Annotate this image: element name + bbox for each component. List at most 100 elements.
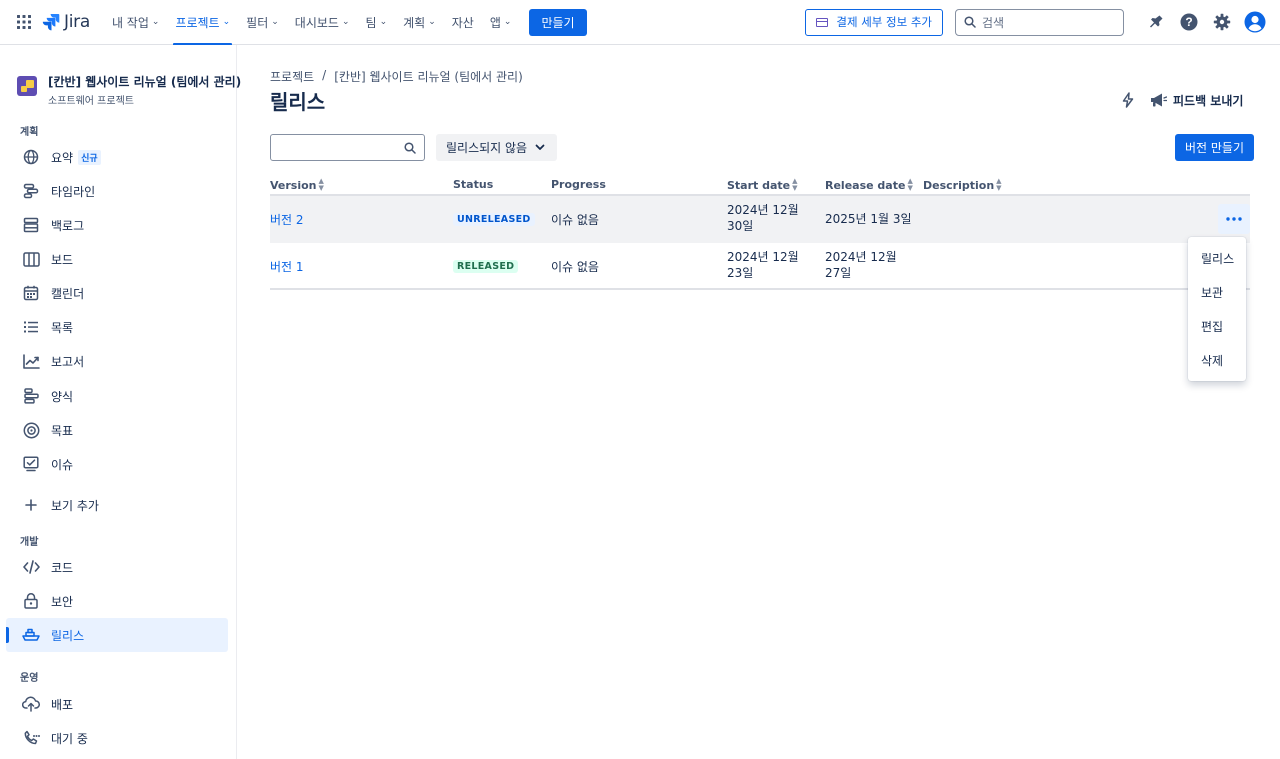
status-filter-value: 릴리스되지 않음: [446, 141, 528, 155]
table-header: Version ▲ ▼ Status Progress Start date ▲ ▼ R…: [270, 176, 1250, 196]
column-description[interactable]: Description ▲ ▼: [923, 178, 1002, 192]
column-version[interactable]: Version ▲ ▼: [270, 178, 324, 192]
column-label: Description: [923, 178, 995, 192]
megaphone-icon: [1151, 93, 1167, 107]
nav-label: 내 작업: [111, 15, 149, 30]
breadcrumb: 프로젝트 / [칸반] 웹사이트 리뉴얼 (팀에서 관리): [270, 68, 523, 85]
menu-item-edit[interactable]: 편집: [1188, 309, 1246, 343]
notifications-icon[interactable]: [1143, 9, 1169, 35]
sidebar-item-security[interactable]: 보안: [6, 584, 228, 618]
start-date: 2024년 12월 30일: [727, 203, 799, 233]
give-feedback-button[interactable]: 피드백 보내기: [1149, 88, 1243, 112]
row-actions-menu: 릴리스 보관 편집 삭제: [1188, 237, 1246, 381]
add-view-button[interactable]: 보기 추가: [6, 488, 228, 522]
credit-card-icon: [816, 17, 829, 27]
page-title: 릴리스: [270, 90, 326, 114]
sidebar-item-label: 대기 중: [51, 731, 88, 746]
sidebar-item-forms[interactable]: 양식: [6, 379, 228, 413]
nav-dashboards[interactable]: 대시보드 ⌄: [287, 0, 358, 45]
more-dots-icon: [1226, 217, 1242, 221]
svg-text:?: ?: [1185, 15, 1192, 29]
help-icon[interactable]: ?: [1176, 9, 1202, 35]
chevron-down-icon: ⌄: [271, 17, 279, 27]
sidebar-item-board[interactable]: 보드: [6, 242, 228, 276]
version-link[interactable]: 버전 1: [270, 258, 304, 275]
column-start-date[interactable]: Start date ▲ ▼: [727, 178, 798, 192]
sidebar-item-summary[interactable]: 요약 신규: [6, 140, 228, 174]
plus-icon: [22, 496, 40, 514]
nav-apps[interactable]: 앱 ⌄: [482, 0, 520, 45]
sidebar-item-label: 보안: [51, 594, 74, 609]
sidebar-item-label: 보드: [51, 252, 74, 267]
sidebar-item-list[interactable]: 목록: [6, 310, 228, 344]
billing-label: 결제 세부 정보 추가: [836, 15, 932, 29]
chevron-down-icon: ⌄: [222, 17, 231, 27]
lightning-icon[interactable]: [1118, 90, 1138, 110]
table-row: 버전 2 UNRELEASED 이슈 없음 2024년 12월 30일 2025…: [270, 196, 1250, 243]
nav-teams[interactable]: 팀 ⌄: [358, 0, 396, 45]
project-type: 소프트웨어 프로젝트: [48, 96, 134, 107]
menu-item-release[interactable]: 릴리스: [1188, 241, 1246, 275]
nav-label: 계획: [403, 15, 426, 30]
sidebar-item-label: 릴리스: [51, 628, 85, 643]
column-release-date[interactable]: Release date ▲ ▼: [825, 178, 913, 192]
top-navigation: Jira 내 작업 ⌄ 프로젝트 ⌄ 필터 ⌄ 대시보드 ⌄ 팀 ⌄ 계획 ⌄ 자산 앱 ⌄ …: [0, 0, 1280, 46]
cloud-upload-icon: [22, 695, 40, 713]
create-version-button[interactable]: 버전 만들기: [1175, 134, 1255, 161]
create-button[interactable]: 만들기: [529, 8, 587, 36]
sidebar-item-deployments[interactable]: 배포: [6, 687, 228, 721]
column-progress: Progress: [551, 178, 606, 191]
sidebar-item-releases[interactable]: 릴리스: [6, 618, 228, 652]
sidebar-item-reports[interactable]: 보고서: [6, 344, 228, 378]
breadcrumb-projects[interactable]: 프로젝트: [270, 68, 314, 85]
status-filter-dropdown[interactable]: 릴리스되지 않음: [436, 134, 558, 161]
jira-logo[interactable]: Jira: [42, 12, 90, 32]
list-icon: [22, 318, 40, 336]
sidebar-item-issues[interactable]: 이슈: [6, 447, 228, 481]
sidebar-item-goals[interactable]: 목표: [6, 413, 228, 447]
nav-label: 앱: [489, 15, 501, 30]
menu-item-archive[interactable]: 보관: [1188, 275, 1246, 309]
sort-icon: ▲ ▼: [907, 177, 913, 192]
lock-icon: [22, 592, 40, 610]
nav-my-work[interactable]: 내 작업 ⌄: [104, 0, 167, 45]
ship-icon: [22, 626, 40, 644]
column-label: Version: [270, 178, 317, 192]
project-header[interactable]: [칸반] 웹사이트 리뉴얼 (팀에서 관리) 소프트웨어 프로젝트: [17, 73, 241, 107]
sidebar-item-backlog[interactable]: 백로그: [6, 208, 228, 242]
search-icon: [404, 142, 416, 154]
sidebar-item-calendar[interactable]: 캘린더: [6, 276, 228, 310]
nav-projects[interactable]: 프로젝트 ⌄: [167, 0, 238, 46]
sidebar: [칸반] 웹사이트 리뉴얼 (팀에서 관리) 소프트웨어 프로젝트 계획 요약 …: [0, 45, 241, 759]
version-search-input[interactable]: [270, 134, 425, 161]
column-label: Progress: [551, 178, 606, 191]
more-actions-button[interactable]: [1218, 204, 1250, 234]
sort-icon: ▲ ▼: [318, 177, 324, 192]
profile-avatar-icon[interactable]: [1242, 9, 1268, 35]
version-link[interactable]: 버전 2: [270, 211, 304, 228]
status-badge: UNRELEASED: [453, 213, 535, 226]
app-switcher-icon[interactable]: [14, 12, 34, 32]
chevron-down-icon: ⌄: [151, 17, 160, 27]
sidebar-item-code[interactable]: 코드: [6, 550, 228, 584]
section-dev-heading: 개발: [20, 537, 39, 548]
nav-filters[interactable]: 필터 ⌄: [238, 0, 287, 45]
progress-text: 이슈 없음: [551, 213, 599, 227]
sidebar-item-label: 양식: [51, 389, 74, 404]
status-badge: RELEASED: [453, 260, 519, 273]
jira-logo-icon: [42, 14, 60, 31]
target-icon: [22, 421, 40, 439]
settings-gear-icon[interactable]: [1209, 9, 1235, 35]
sidebar-item-timeline[interactable]: 타임라인: [6, 174, 228, 208]
menu-item-delete[interactable]: 삭제: [1188, 343, 1246, 377]
add-billing-details-button[interactable]: 결제 세부 정보 추가: [805, 8, 943, 36]
sidebar-item-label: 보고서: [51, 354, 85, 369]
chevron-down-icon: ⌄: [341, 17, 350, 27]
search-input[interactable]: 검색: [955, 8, 1124, 36]
nav-assets[interactable]: 자산: [444, 0, 482, 45]
breadcrumb-project[interactable]: [칸반] 웹사이트 리뉴얼 (팀에서 관리): [334, 68, 523, 85]
sidebar-item-on-call[interactable]: 대기 중: [6, 721, 228, 755]
backlog-icon: [22, 216, 40, 234]
sidebar-item-label: 타임라인: [51, 184, 96, 199]
nav-plans[interactable]: 계획 ⌄: [395, 0, 444, 45]
